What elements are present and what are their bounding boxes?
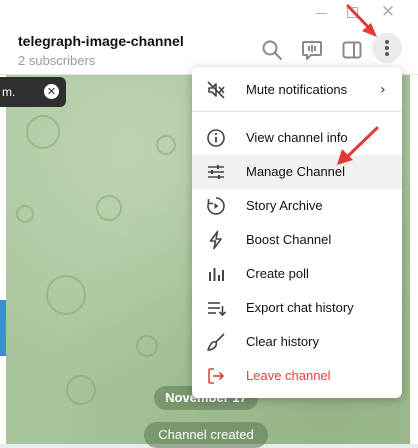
arrow-to-more-button xyxy=(346,4,377,37)
arrow-to-manage-channel xyxy=(337,126,379,165)
annotation-arrows xyxy=(337,4,379,165)
